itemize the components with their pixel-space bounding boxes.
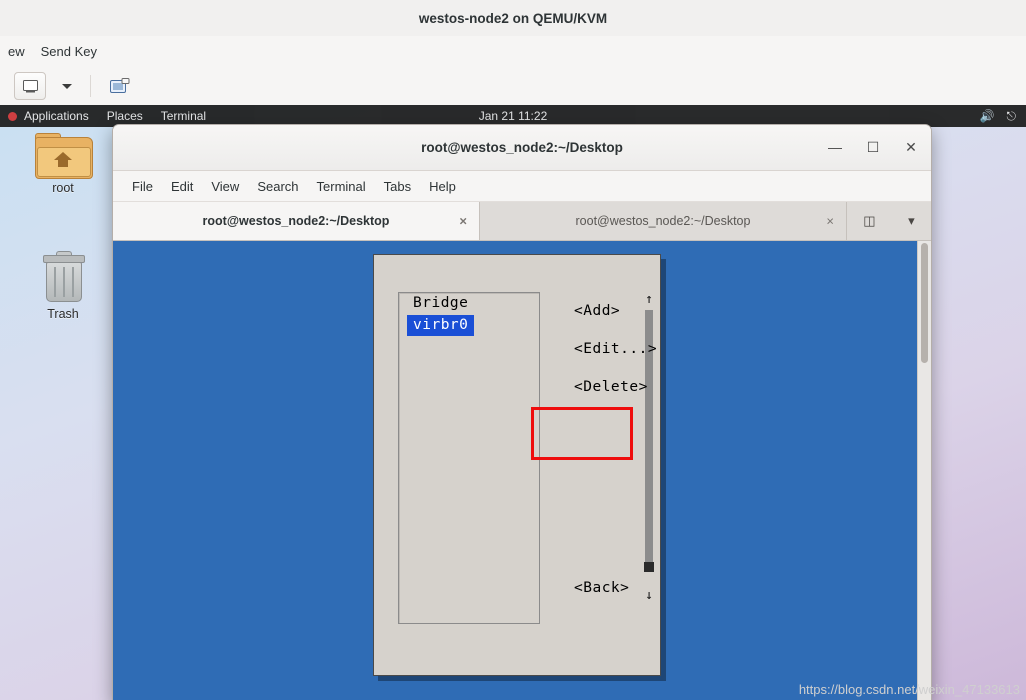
toolbar-separator [90, 75, 91, 97]
terminal-scrollbar[interactable] [917, 241, 931, 700]
terminal-titlebar[interactable]: root@westos_node2:~/Desktop — ☐ ✕ [113, 125, 931, 171]
menu-terminal[interactable]: Terminal [308, 176, 375, 197]
terminal-tab-strip: root@westos_node2:~/Desktop × root@westo… [113, 202, 931, 241]
vm-window-titlebar: westos-node2 on QEMU/KVM [0, 0, 1026, 37]
snapshot-button[interactable] [105, 73, 135, 99]
terminal-scrollbar-thumb[interactable] [921, 243, 928, 363]
gnome-status-area[interactable]: 🔊 ⎋ [980, 109, 1016, 124]
nmtui-list-item-virbr0[interactable]: virbr0 [407, 315, 475, 336]
terminal-tab-2[interactable]: root@westos_node2:~/Desktop × [480, 202, 847, 240]
maximize-icon[interactable]: ☐ [861, 135, 885, 159]
speaker-icon: 🔊 [979, 109, 995, 123]
vm-menubar: ew Send Key [0, 36, 1026, 67]
terminal-tab-1[interactable]: root@westos_node2:~/Desktop × [113, 202, 480, 240]
menu-tabs[interactable]: Tabs [375, 176, 420, 197]
menu-search[interactable]: Search [248, 176, 307, 197]
terminal-tab-1-label: root@westos_node2:~/Desktop [202, 214, 390, 228]
vm-window-title: westos-node2 on QEMU/KVM [418, 10, 608, 26]
desktop-icon-root[interactable]: root [18, 133, 108, 195]
nmtui-delete-button[interactable]: <Delete> [574, 368, 694, 406]
nmtui-list-header: Bridge [413, 295, 469, 311]
minimize-icon[interactable]: — [823, 135, 847, 159]
trash-icon [40, 251, 86, 303]
nmtui-dialog-inner: Bridge virbr0 ↑ ↓ <Add> <Edit...> <Delet… [398, 292, 657, 642]
close-icon[interactable]: ✕ [899, 135, 923, 159]
menu-edit[interactable]: Edit [162, 176, 202, 197]
nmtui-button-column: <Add> <Edit...> <Delete> [574, 292, 694, 406]
console-view-button[interactable] [14, 72, 46, 100]
scroll-down-icon[interactable]: ↓ [642, 588, 656, 603]
desktop-icon-root-label: root [52, 181, 74, 195]
vm-toolbar [0, 67, 1026, 106]
menu-view[interactable]: View [202, 176, 248, 197]
scrollbar-thumb[interactable] [644, 562, 654, 572]
chevron-down-icon [62, 83, 72, 89]
monitor-icon [22, 79, 38, 92]
nmtui-edit-button[interactable]: <Edit...> [574, 330, 694, 368]
guest-desktop: Applications Places Terminal Jan 21 11:2… [0, 105, 1026, 700]
nmtui-back-button[interactable]: <Back> [574, 580, 629, 596]
terminal-tab-1-close-icon[interactable]: × [459, 214, 467, 229]
chevron-down-icon[interactable]: ▾ [908, 213, 915, 229]
window-controls: — ☐ ✕ [823, 135, 923, 159]
home-folder-icon [35, 133, 93, 179]
new-tab-icon[interactable]: ◫ [863, 213, 875, 229]
nmtui-add-button-row: <Add> [574, 292, 694, 330]
nmtui-dialog: Bridge virbr0 ↑ ↓ <Add> <Edit...> <Delet… [373, 254, 661, 676]
menu-file[interactable]: File [123, 176, 162, 197]
terminal-tab-2-close-icon[interactable]: × [826, 214, 834, 229]
menu-help[interactable]: Help [420, 176, 465, 197]
vm-menu-view[interactable]: ew [0, 41, 33, 62]
terminal-tab-2-label: root@westos_node2:~/Desktop [575, 214, 751, 228]
nmtui-add-button[interactable]: <Add> [574, 303, 620, 319]
terminal-title: root@westos_node2:~/Desktop [421, 140, 623, 155]
vm-menu-send-key[interactable]: Send Key [33, 41, 105, 62]
snapshot-icon [110, 77, 130, 93]
terminal-window: root@westos_node2:~/Desktop — ☐ ✕ File E… [112, 124, 932, 700]
power-icon: ⎋ [1006, 108, 1017, 123]
terminal-content[interactable]: Bridge virbr0 ↑ ↓ <Add> <Edit...> <Delet… [113, 241, 931, 700]
nmtui-connection-list[interactable]: Bridge virbr0 [398, 292, 540, 624]
console-dropdown-button[interactable] [52, 73, 82, 99]
gnome-clock[interactable]: Jan 21 11:22 [0, 109, 1026, 123]
desktop-icon-trash-label: Trash [47, 307, 79, 321]
desktop-icon-trash[interactable]: Trash [18, 251, 108, 321]
watermark-text: https://blog.csdn.net/weixin_47133613 [798, 682, 1020, 697]
terminal-tab-actions: ◫ ▾ [847, 202, 931, 240]
terminal-menubar: File Edit View Search Terminal Tabs Help [113, 171, 931, 202]
